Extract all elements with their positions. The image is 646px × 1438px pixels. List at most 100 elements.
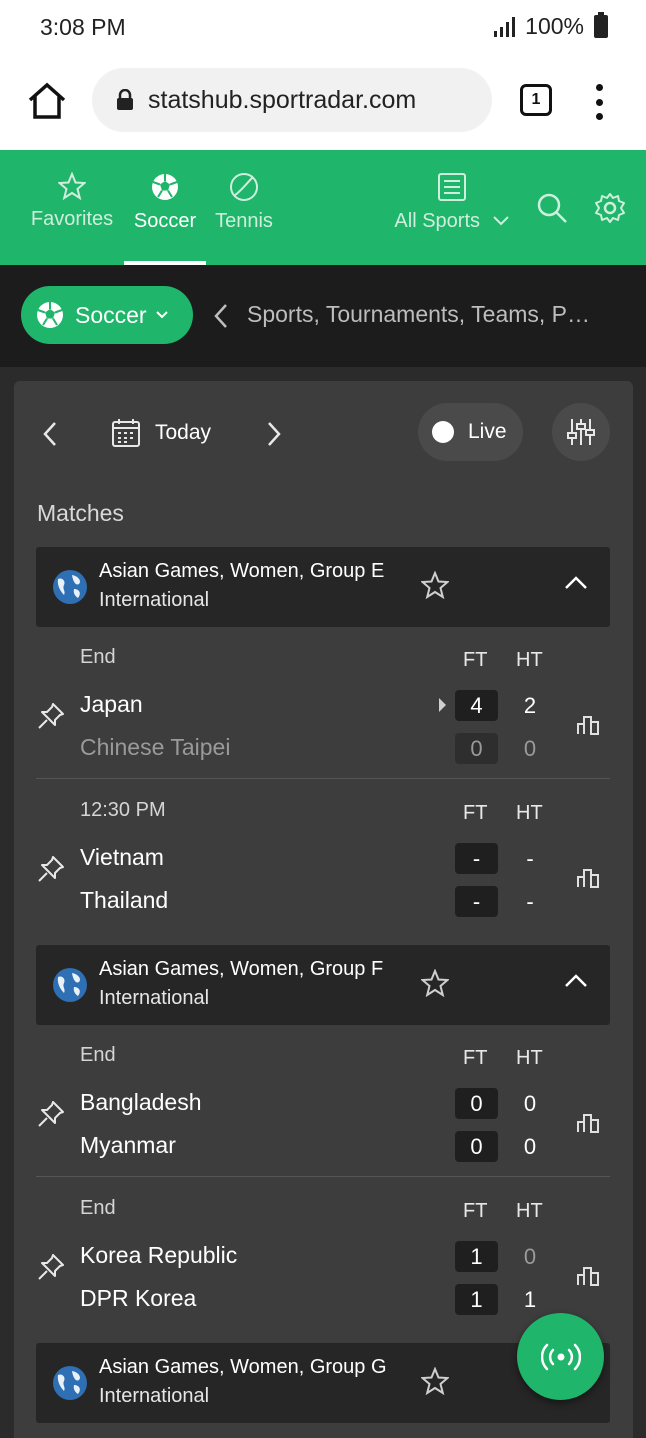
chevron-up-icon[interactable] [564, 575, 588, 591]
sport-nav: Favorites Soccer Tennis All Sports [0, 150, 646, 265]
search-input[interactable]: Sports, Tournaments, Teams, P… [247, 301, 627, 328]
away-ft-score: 0 [455, 733, 498, 764]
stats-icon[interactable] [576, 1265, 600, 1287]
stats-icon[interactable] [576, 867, 600, 889]
filter-button[interactable] [552, 403, 610, 461]
sport-selector-label: Soccer [75, 301, 147, 328]
ft-label: FT [463, 649, 488, 671]
match-row[interactable]: End FT HT Bangladesh Myanmar 0 0 0 0 [36, 1027, 610, 1177]
ft-label: FT [463, 1200, 488, 1222]
tournament-name: Asian Games, Women, Group G [99, 1356, 387, 1378]
nav-tennis-label: Tennis [215, 210, 273, 232]
live-label: Live [468, 420, 507, 443]
nav-soccer[interactable]: Soccer [126, 172, 204, 233]
home-icon[interactable] [26, 80, 68, 122]
match-status: End [80, 1197, 116, 1219]
ht-label: HT [516, 802, 543, 824]
star-icon[interactable] [421, 571, 449, 599]
tennis-ball-icon [230, 173, 258, 201]
live-broadcast-button[interactable] [517, 1313, 604, 1400]
tournament-category: International [99, 987, 210, 1009]
search-icon[interactable] [536, 192, 568, 224]
tournament-name: Asian Games, Women, Group F [99, 958, 384, 980]
ht-label: HT [516, 1200, 543, 1222]
ht-label: HT [516, 649, 543, 671]
match-row[interactable]: End FT HT Korea Republic DPR Korea 1 1 0… [36, 1180, 610, 1330]
nav-all-sports-label: All Sports [394, 210, 481, 232]
away-ft-score: - [455, 886, 498, 917]
url-text: statshub.sportradar.com [148, 85, 417, 114]
match-row[interactable]: End FT HT Japan Chinese Taipei 4 0 2 0 [36, 629, 610, 779]
sport-selector[interactable]: Soccer [21, 286, 193, 344]
live-dot-icon [432, 421, 454, 443]
chevron-down-icon [155, 311, 168, 319]
address-bar[interactable]: statshub.sportradar.com [92, 68, 492, 132]
home-team: Vietnam [80, 844, 164, 870]
star-icon[interactable] [421, 1367, 449, 1395]
soccer-ball-icon [37, 302, 63, 328]
battery-icon [594, 12, 608, 38]
match-row[interactable]: 12:30 PM FT HT Vietnam Thailand - - - - [36, 782, 610, 932]
stats-icon[interactable] [576, 1112, 600, 1134]
home-team: Korea Republic [80, 1242, 238, 1268]
tournament-header[interactable]: Asian Games, Women, Group F Internationa… [36, 945, 610, 1025]
chevron-up-icon[interactable] [564, 973, 588, 989]
chevron-left-icon[interactable] [212, 303, 230, 329]
calendar-icon[interactable] [111, 418, 141, 448]
away-ft-score: 0 [455, 1131, 498, 1162]
tournament-category: International [99, 589, 210, 611]
nav-tennis[interactable]: Tennis [212, 172, 276, 233]
nav-favorites[interactable]: Favorites [28, 172, 116, 231]
away-team: Myanmar [80, 1132, 176, 1158]
broadcast-icon [540, 1343, 581, 1370]
status-bar: 3:08 PM 100% [0, 0, 646, 54]
stats-icon[interactable] [576, 714, 600, 736]
home-ft-score: 4 [455, 690, 498, 721]
home-ht-score: 2 [523, 693, 537, 718]
live-toggle[interactable]: Live [418, 403, 523, 461]
away-team: DPR Korea [80, 1285, 197, 1311]
home-ft-score: 1 [455, 1241, 498, 1272]
gear-icon[interactable] [594, 192, 626, 224]
globe-icon [53, 968, 87, 1002]
nav-favorites-label: Favorites [30, 208, 114, 230]
ht-label: HT [516, 1047, 543, 1069]
list-icon [438, 173, 466, 201]
browser-toolbar: statshub.sportradar.com 1 [0, 54, 646, 150]
globe-icon [53, 570, 87, 604]
nav-soccer-label: Soccer [133, 210, 197, 232]
away-ft-score: 1 [455, 1284, 498, 1315]
match-status: End [80, 646, 116, 668]
star-icon[interactable] [421, 969, 449, 997]
soccer-ball-icon [152, 174, 178, 200]
tab-switcher-button[interactable]: 1 [520, 84, 552, 116]
pin-icon[interactable] [36, 1099, 66, 1129]
chevron-right-icon[interactable] [266, 421, 282, 447]
matches-card: Today Live Matches Asian Games, Women, G… [14, 381, 633, 1438]
match-status: 12:30 PM [80, 799, 166, 821]
ft-label: FT [463, 802, 488, 824]
home-ht-score: 0 [523, 1244, 537, 1269]
tournament-header[interactable]: Asian Games, Women, Group E Internationa… [36, 547, 610, 627]
nav-all-sports[interactable]: All Sports [388, 172, 516, 233]
battery-percent: 100% [525, 13, 584, 39]
ft-label: FT [463, 1047, 488, 1069]
status-time: 3:08 PM [40, 14, 126, 40]
pin-icon[interactable] [36, 1252, 66, 1282]
home-ft-score: - [455, 843, 498, 874]
home-ht-score: 0 [523, 1091, 537, 1116]
tournament-name: Asian Games, Women, Group E [99, 560, 385, 582]
signal-icon [494, 16, 516, 37]
pin-icon[interactable] [36, 701, 66, 731]
pin-icon[interactable] [36, 854, 66, 884]
chevron-left-icon[interactable] [42, 421, 58, 447]
tournament-category: International [99, 1385, 210, 1407]
home-ht-score: - [526, 846, 534, 871]
home-ft-score: 0 [455, 1088, 498, 1119]
lock-icon [117, 89, 133, 110]
away-ht-score: 0 [523, 1134, 537, 1159]
home-team: Japan [80, 691, 143, 717]
away-ht-score: - [526, 889, 534, 914]
browser-menu-icon[interactable] [592, 84, 606, 120]
date-label[interactable]: Today [155, 421, 211, 445]
